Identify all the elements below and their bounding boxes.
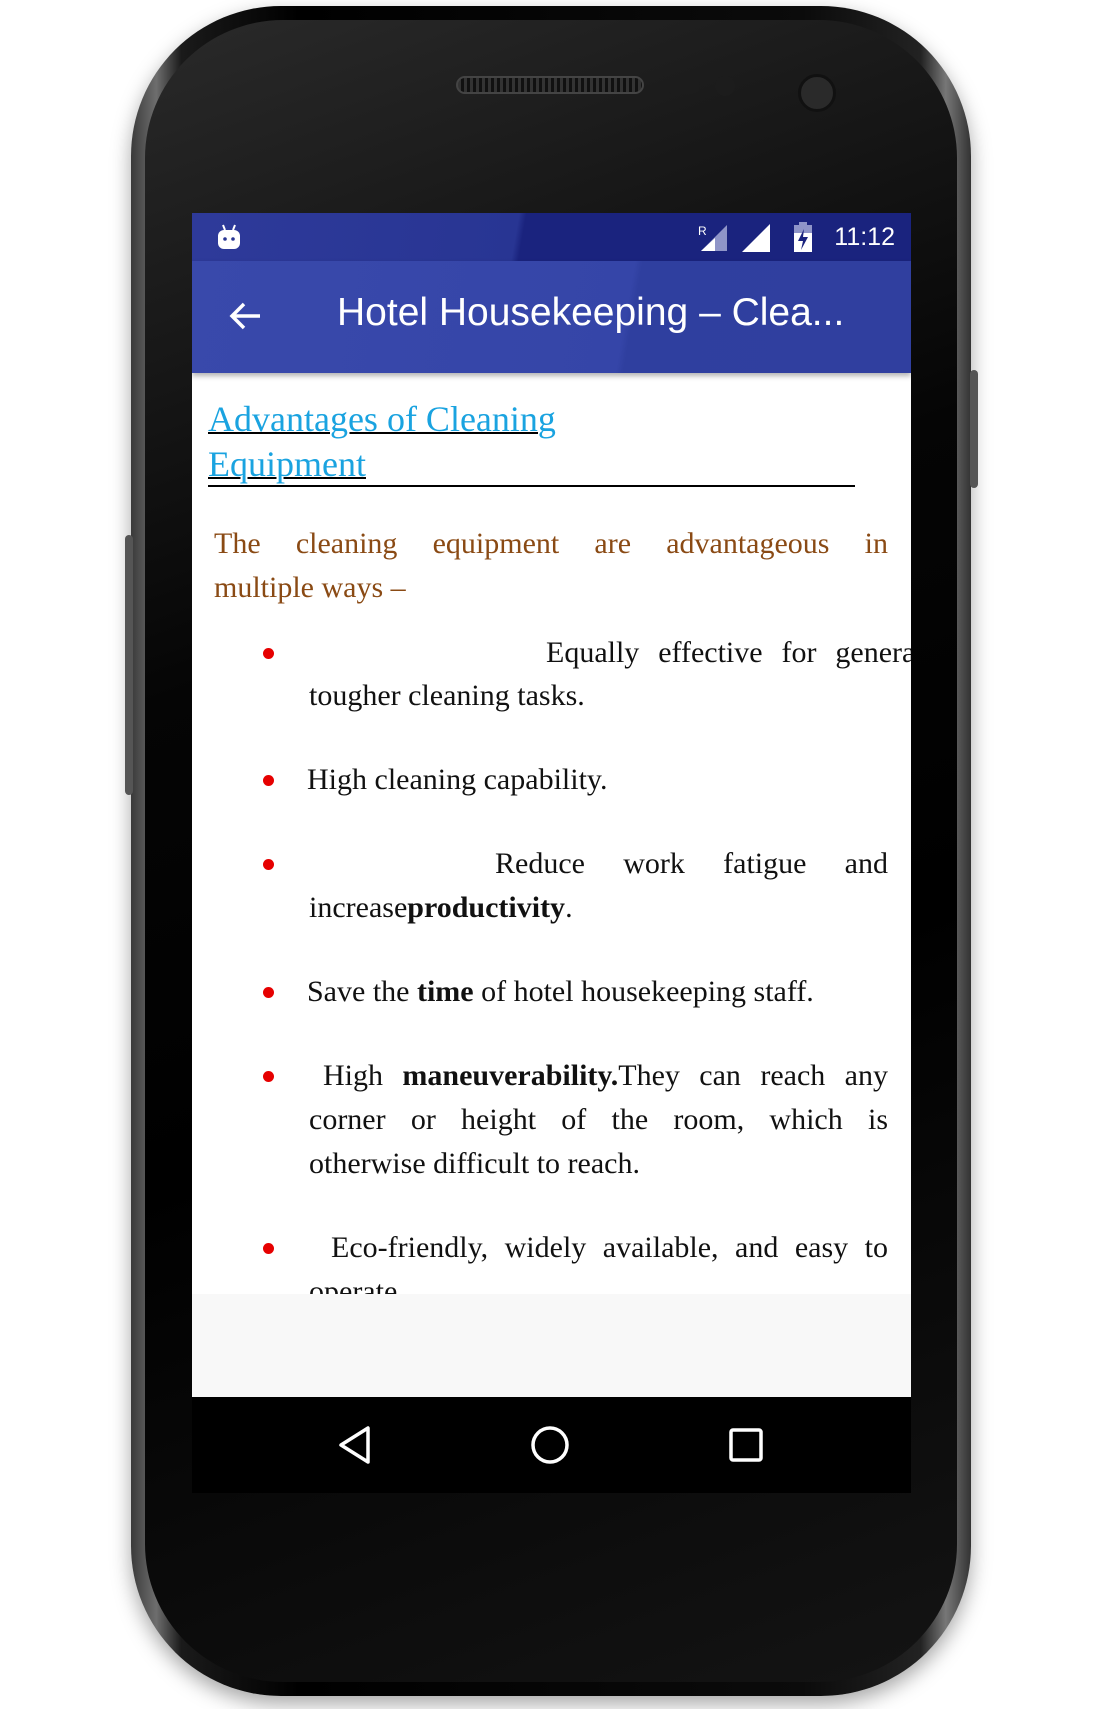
list-item: Reduce work fatigue and [495,847,888,880]
bullet-icon [263,859,274,870]
intro-text: The cleaning equipment are advantageous … [214,527,888,560]
home-circle-icon[interactable] [530,1425,570,1465]
power-button [970,370,978,488]
bullet-icon [263,1243,274,1254]
bullet-icon [263,1071,274,1082]
app-bar: Hotel Housekeeping – Clea... [192,261,911,373]
list-item: increaseproductivity. [309,891,573,924]
list-item: High maneuverability.They can reach any [323,1059,888,1092]
list-item: tougher cleaning tasks. [309,679,585,712]
bullet-icon [263,775,274,786]
recents-square-icon[interactable] [728,1427,764,1463]
bottom-blank-area [192,1294,911,1397]
list-item: Eco-friendly, widely available, and easy… [331,1231,888,1264]
article-content: Advantages of Cleaning Equipment The cle… [192,373,911,1294]
volume-button [125,535,133,795]
intro-text: multiple ways – [214,571,406,604]
list-item: Save the time of hotel housekeeping staf… [307,975,814,1008]
bullet-icon [263,987,274,998]
bullet-icon [263,648,274,659]
roaming-signal-icon: R [698,224,727,251]
screen: R 11:12 Hotel Housekeeping – Clea... Adv… [192,213,911,1493]
light-sensor [715,76,735,96]
android-debug-icon [218,224,240,249]
navigation-bar [192,1397,911,1493]
page-title: Hotel Housekeeping – Clea... [337,291,845,334]
earpiece-speaker [456,76,644,94]
status-bar: R 11:12 [192,213,911,261]
battery-charging-icon [794,222,812,252]
signal-icon [742,224,770,252]
list-item: High cleaning capability. [307,763,608,796]
list-item: corner or height of the room, which is [309,1103,888,1136]
arrow-left-icon[interactable] [228,301,262,331]
back-triangle-icon[interactable] [337,1425,373,1465]
heading-underline [208,485,855,487]
svg-text:R: R [698,224,707,238]
list-item: operate [309,1275,398,1294]
clock: 11:12 [834,223,895,251]
front-camera [798,74,836,112]
list-item: otherwise difficult to reach. [309,1147,640,1180]
heading-link[interactable]: Equipment [208,443,366,485]
list-item: Equally effective for general as well as [546,636,911,669]
proximity-sensor [666,78,700,94]
heading-link[interactable]: Advantages of Cleaning [208,398,556,440]
